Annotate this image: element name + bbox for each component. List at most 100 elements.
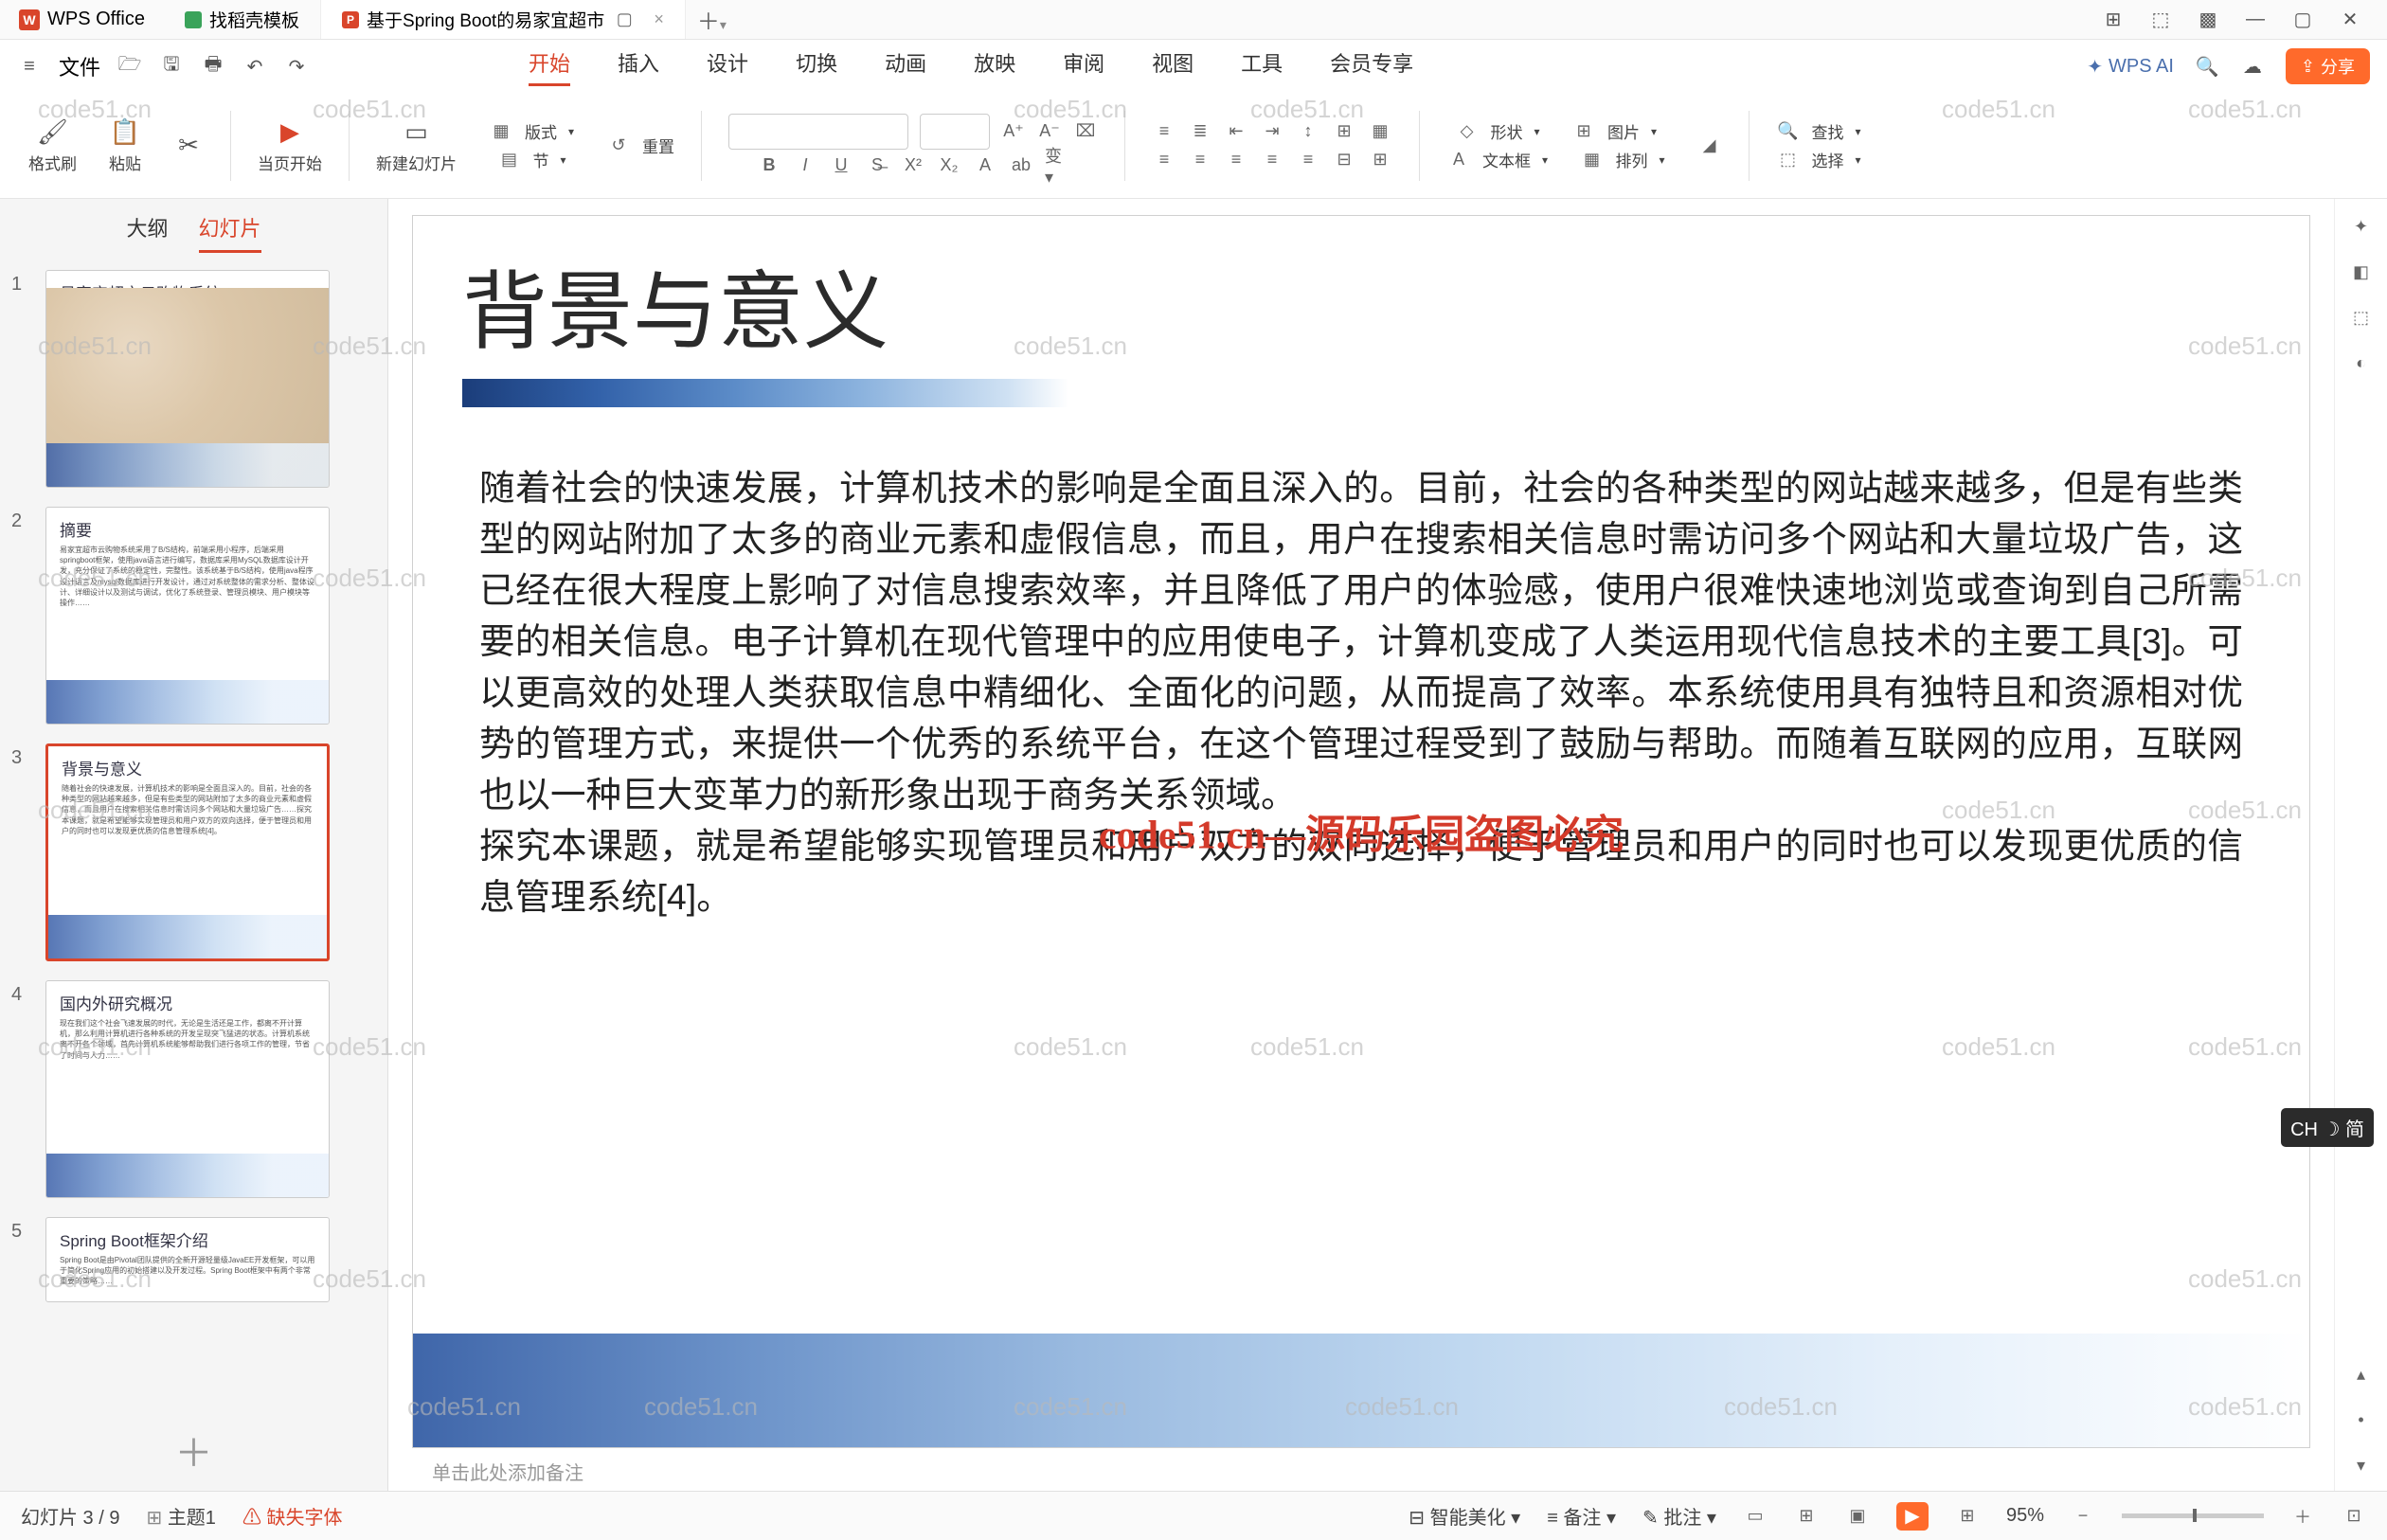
tab-review[interactable]: 审阅 (1063, 47, 1104, 86)
superscript-icon[interactable]: X² (901, 153, 925, 178)
share-button[interactable]: ⇪分享 (2286, 48, 2370, 84)
view-reading-icon[interactable]: ▣ (1845, 1504, 1870, 1529)
maximize-icon[interactable]: ▢ (2292, 8, 2313, 31)
rail-up-icon[interactable]: ▴ (2349, 1362, 2374, 1387)
notes-pane[interactable]: 单击此处添加备注 (413, 1447, 2309, 1491)
cloud-icon[interactable]: ☁ (2240, 54, 2265, 79)
undo-icon[interactable]: ↶ (242, 54, 267, 79)
rail-dot-icon[interactable]: • (2349, 1407, 2374, 1432)
slide-thumb-5[interactable]: Spring Boot框架介绍 Spring Boot是由Pivotal团队提供… (45, 1217, 330, 1302)
tab-view[interactable]: 视图 (1152, 47, 1194, 86)
thumb-row[interactable]: 2 摘要 易家宜超市云购物系统采用了B/S结构，前端采用小程序，后端采用spri… (11, 507, 376, 725)
file-menu[interactable]: 文件 (59, 51, 100, 81)
clear-format-icon[interactable]: ⌧ (1073, 119, 1098, 144)
paste-group[interactable]: 📋粘贴 (98, 93, 153, 198)
tab-animation[interactable]: 动画 (885, 47, 926, 86)
tab-tools[interactable]: 工具 (1241, 47, 1283, 86)
tab-slideshow[interactable]: 放映 (974, 47, 1015, 86)
subscript-icon[interactable]: X₂ (937, 153, 961, 178)
new-tab-button[interactable]: ＋▾ (686, 3, 738, 36)
zoom-out-icon[interactable]: ⊞ (1955, 1504, 1980, 1529)
ime-indicator[interactable]: CH ☽ 简 (2281, 1108, 2374, 1147)
beautify-button[interactable]: ⊟ 智能美化 ▾ (1409, 1502, 1520, 1530)
new-slide-group[interactable]: ▭新建幻灯片 (365, 93, 468, 198)
review-toggle[interactable]: ✎ 批注 ▾ (1642, 1502, 1716, 1530)
smartart-icon[interactable]: ⊞ (1368, 148, 1392, 172)
close-window-icon[interactable]: ✕ (2340, 8, 2360, 31)
save-icon[interactable]: 🖫 (159, 54, 184, 79)
font-select[interactable] (728, 114, 908, 150)
view-sorter-icon[interactable]: ⊞ (1794, 1504, 1819, 1529)
slide-thumb-3[interactable]: 背景与意义 随着社会的快速发展，计算机技术的影响是全面且深入的。目前，社会的各种… (45, 743, 330, 961)
search-icon[interactable]: 🔍 (2195, 54, 2219, 79)
notes-toggle[interactable]: ≡ 备注 ▾ (1547, 1502, 1616, 1530)
rail-star-icon[interactable]: ✦ (2349, 214, 2374, 239)
thumbnails[interactable]: 1 易家宜超市云购物系统ppt 2 摘要 易家宜超市云购物系统采用了B/S结构，… (0, 262, 387, 1409)
view-normal-icon[interactable]: ▭ (1743, 1504, 1768, 1529)
bold-icon[interactable]: B (757, 153, 781, 178)
fill-group[interactable]: ◢ (1686, 93, 1733, 198)
highlight-icon[interactable]: ab (1009, 153, 1033, 178)
hamburger-icon[interactable]: ≡ (17, 54, 42, 79)
reset-group[interactable]: ↺重置 (595, 93, 686, 198)
open-icon[interactable]: 🗁 (117, 54, 142, 79)
tab-design[interactable]: 设计 (707, 47, 748, 86)
strike-icon[interactable]: S̶ (865, 153, 889, 178)
panel-tab-outline[interactable]: 大纲 (126, 212, 168, 253)
thumb-row[interactable]: 1 易家宜超市云购物系统ppt (11, 270, 376, 488)
slide-body[interactable]: 随着社会的快速发展，计算机技术的影响是全面且深入的。目前，社会的各种类型的网站越… (479, 462, 2243, 922)
status-theme[interactable]: ⊞ 主题1 (146, 1502, 215, 1530)
thumb-row[interactable]: 4 国内外研究概况 现在我们这个社会飞速发展的时代，无论是生活还是工作，都离不开… (11, 980, 376, 1198)
bullets-icon[interactable]: ≡ (1152, 119, 1176, 144)
columns-icon[interactable]: ▦ (1368, 119, 1392, 144)
wps-ai-button[interactable]: ✦WPS AI (2087, 55, 2174, 79)
numbering-icon[interactable]: ≣ (1188, 119, 1212, 144)
distribute-icon[interactable]: ≡ (1296, 148, 1320, 172)
close-icon[interactable]: × (654, 9, 664, 29)
thumb-row[interactable]: 5 Spring Boot框架介绍 Spring Boot是由Pivotal团队… (11, 1217, 376, 1302)
tab-present-icon[interactable]: ▢ (612, 8, 637, 32)
indent-inc-icon[interactable]: ⇥ (1260, 119, 1284, 144)
cut-group[interactable]: ✂ (162, 93, 215, 198)
line-height-icon[interactable]: ↕ (1296, 119, 1320, 144)
tab-home[interactable]: 开始 (529, 47, 570, 86)
fit-icon[interactable]: ⊡ (2342, 1504, 2366, 1529)
rail-down-icon[interactable]: ▾ (2349, 1453, 2374, 1477)
from-current-group[interactable]: ▶当页开始 (246, 93, 333, 198)
status-missing-fonts[interactable]: ⚠ 缺失字体 (242, 1502, 343, 1530)
slide-canvas[interactable]: 背景与意义 随着社会的快速发展，计算机技术的影响是全面且深入的。目前，社会的各种… (413, 216, 2309, 1447)
align-right-icon[interactable]: ≡ (1224, 148, 1248, 172)
box-icon[interactable]: ⬚ (2150, 8, 2171, 31)
underline-icon[interactable]: U (829, 153, 853, 178)
print-icon[interactable]: 🖶 (201, 54, 225, 79)
add-slide-button[interactable]: ＋ (0, 1409, 387, 1491)
tab-insert[interactable]: 插入 (618, 47, 659, 86)
slide-thumb-1[interactable]: 易家宜超市云购物系统ppt (45, 270, 330, 488)
font-size-select[interactable] (920, 114, 990, 150)
zoom-plus-icon[interactable]: ＋ (2290, 1504, 2315, 1529)
font-color-icon[interactable]: A (973, 153, 997, 178)
rail-anim-icon[interactable]: ◐ (2349, 350, 2374, 375)
tab-document[interactable]: P 基于Spring Boot的易家宜超市 ▢ × (321, 0, 686, 39)
tab-member[interactable]: 会员专享 (1330, 47, 1413, 86)
panel-tab-slides[interactable]: 幻灯片 (199, 212, 261, 253)
minimize-icon[interactable]: — (2245, 9, 2266, 30)
align-center-icon[interactable]: ≡ (1188, 148, 1212, 172)
rail-design-icon[interactable]: ◧ (2349, 260, 2374, 284)
format-painter-group[interactable]: 🖌格式刷 (17, 93, 88, 198)
decrease-font-icon[interactable]: A⁻ (1037, 119, 1062, 144)
italic-icon[interactable]: I (793, 153, 817, 178)
app-menu-icon[interactable]: ⊞ (2103, 8, 2124, 31)
zoom-minus-icon[interactable]: − (2071, 1504, 2095, 1529)
align-vert-icon[interactable]: ⊟ (1332, 148, 1356, 172)
slide-title[interactable]: 背景与意义 (462, 242, 888, 366)
thumb-row[interactable]: 3 背景与意义 随着社会的快速发展，计算机技术的影响是全面且深入的。目前，社会的… (11, 743, 376, 961)
zoom-slider[interactable] (2122, 1513, 2264, 1518)
justify-icon[interactable]: ≡ (1260, 148, 1284, 172)
avatar-icon[interactable]: ▩ (2198, 8, 2218, 31)
slide-thumb-4[interactable]: 国内外研究概况 现在我们这个社会飞速发展的时代，无论是生活还是工作，都离不开计算… (45, 980, 330, 1198)
indent-dec-icon[interactable]: ⇤ (1224, 119, 1248, 144)
zoom-value[interactable]: 95% (2006, 1505, 2044, 1527)
tab-transition[interactable]: 切换 (796, 47, 837, 86)
align-left-icon[interactable]: ≡ (1152, 148, 1176, 172)
